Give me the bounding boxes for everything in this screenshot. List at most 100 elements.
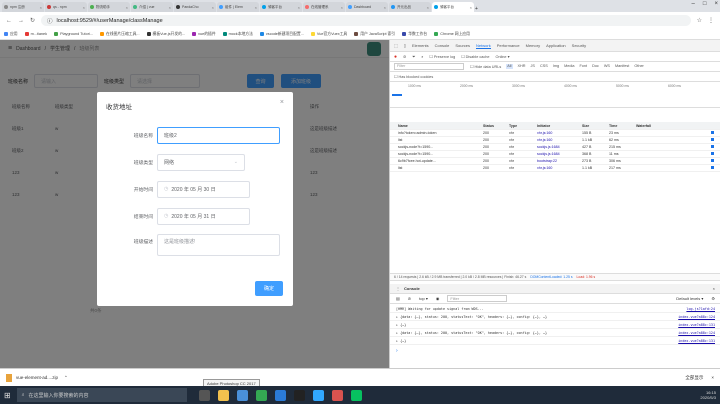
task-view-icon[interactable] [198,389,210,401]
column-header[interactable]: Status [483,124,509,128]
close-window-icon[interactable]: × [714,1,718,7]
bookmark-item[interactable]: Chrome 网上应用 [434,32,470,37]
preserve-log-checkbox[interactable]: ☐ Preserve log [429,54,455,59]
close-drawer-icon[interactable]: × [713,286,715,291]
clock[interactable]: 16:15 2020/5/3 [700,390,716,400]
column-header[interactable]: Initiator [537,124,582,128]
chrome-icon[interactable] [255,389,267,401]
drawer-menu-icon[interactable]: ⋮ [396,286,400,291]
request-row[interactable]: 6c9b7fcee.hot-update... 200 xhr bootstrap:2… [390,158,720,165]
clear-icon[interactable]: ⊘ [403,54,406,59]
bookmark-item[interactable]: vue的插件 [192,32,216,37]
bookmark-item[interactable]: 用户 JavaScript 索引 [354,32,395,37]
browser-tab[interactable]: PandaCho × [174,2,216,12]
maximize-icon[interactable]: □ [703,1,707,7]
inspect-icon[interactable]: ⬚ [394,43,398,48]
minimize-icon[interactable]: – [692,1,695,7]
console-tab[interactable]: Console [404,286,420,291]
devtools-tab-console[interactable]: Console [435,43,450,48]
taskbar-search[interactable]: ⌕ 在这里输入你要搜索的内容 [16,388,187,402]
request-row[interactable]: sockjs-node?t=1590... 200 xhr sockjs.js:168… [390,144,720,151]
column-header[interactable]: Type [509,124,537,128]
filter-type[interactable]: Manifest [615,64,629,69]
source-link[interactable]: log.js?1afd:24 [686,307,715,311]
filter-type[interactable]: Media [564,64,574,69]
column-header[interactable]: Time [609,124,636,128]
devtools-tab-application[interactable]: Application [546,43,566,48]
browser-tab[interactable]: 骑客平台 × [260,2,302,12]
browser-tab[interactable]: npm 注册 × [2,2,44,12]
wechat-icon[interactable] [350,389,362,401]
filter-type[interactable]: JS [531,64,535,69]
devtools-tab-elements[interactable]: Elements [412,43,429,48]
request-row[interactable]: list 200 xhr xhr.js:160 1.1 kB 62 ms [390,137,720,144]
reload-icon[interactable]: ↻ [30,17,35,24]
start-date-picker[interactable]: ◷ 2020 年 05 月 30 日 [157,180,250,198]
store-icon[interactable] [236,389,248,401]
source-link[interactable]: index.vue?a88c:131 [678,323,715,327]
source-link[interactable]: index.vue?a88c:124 [678,331,715,335]
bookmark-item[interactable]: mock本地方法 [222,32,253,37]
browser-tab[interactable]: 组件 | Elem × [217,2,259,12]
back-icon[interactable]: ← [6,18,12,24]
context-select[interactable]: top ▾ [419,296,428,301]
devtools-tab-performance[interactable]: Performance [497,43,520,48]
close-icon[interactable]: × [711,375,714,380]
close-tab-icon[interactable]: × [298,5,300,10]
column-header[interactable]: Waterfall [636,124,720,128]
filter-input[interactable]: Filter [394,63,464,70]
filter-type[interactable]: CSS [540,64,548,69]
devtools-tab-sources[interactable]: Sources [455,43,470,48]
vscode-icon[interactable] [274,389,286,401]
devtools-tab-network[interactable]: Network [476,43,491,49]
filter-type[interactable]: Font [579,64,587,69]
close-tab-icon[interactable]: × [255,5,257,10]
console-prompt-icon[interactable]: › [396,348,398,354]
clear-console-icon[interactable]: ⊘ [408,296,411,301]
browser-tab[interactable]: 骑客平台 × [432,2,474,12]
close-tab-icon[interactable]: × [212,5,214,10]
bookmark-item[interactable]: 应用 [4,32,18,37]
browser-tab[interactable]: 开元出品 × [389,2,431,12]
request-row[interactable]: info?token=admin-token 200 xhr xhr.js:160 15… [390,130,720,137]
record-icon[interactable]: ● [394,54,397,60]
close-tab-icon[interactable]: × [40,5,42,10]
filter-type[interactable]: Other [634,64,644,69]
close-tab-icon[interactable]: × [470,5,472,10]
chevron-up-icon[interactable]: ⌃ [64,375,68,381]
close-tab-icon[interactable]: × [169,5,171,10]
source-link[interactable]: index.vue?a88c:124 [678,315,715,319]
console-filter-input[interactable]: Filter [447,295,508,302]
bookmark-item[interactable]: vscode新建项目配置... [259,32,304,37]
url-input[interactable]: ⓘ localhost:9529/#/userManage/classManag… [41,15,691,26]
eye-icon[interactable]: ◉ [436,296,440,301]
close-tab-icon[interactable]: × [384,5,386,10]
bookmark-item[interactable]: Playground Tutori... [54,32,93,36]
devtools-tab-security[interactable]: Security [572,43,586,48]
levels-select[interactable]: Default levels ▾ [676,296,703,301]
settings-gear-icon[interactable]: ⚙ [711,296,715,301]
bookmark-item[interactable]: 在线图片压缩工具... [100,32,140,37]
filter-type[interactable]: ☐ Hide data URLs [470,64,501,69]
menu-icon[interactable]: ⋮ [708,17,714,24]
name-input[interactable]: 班级2 [157,126,280,144]
column-header[interactable]: Size [582,124,609,128]
bookmark-item[interactable]: 华数工作台 [402,32,427,37]
source-link[interactable]: index.vue?a88c:131 [678,339,715,343]
type-select[interactable]: 网络 ⌄ [157,153,245,171]
search-icon[interactable]: ⌕ [421,55,423,59]
description-textarea[interactable]: 这是班级描述! [157,234,280,256]
windows-start-icon[interactable]: ⊞ [4,391,11,400]
folder-icon[interactable] [217,389,229,401]
close-tab-icon[interactable]: × [83,5,85,10]
submit-button[interactable]: 确定 [255,281,283,296]
filter-type[interactable]: Img [553,64,559,69]
filter-type[interactable]: Doc [592,64,599,69]
request-row[interactable]: sockjs-node?t=1590... 200 xhr sockjs.js:168… [390,151,720,158]
download-item[interactable]: vue-element-ad....zip [16,375,58,380]
filter-icon[interactable]: ⏷ [412,55,415,59]
filter-type[interactable]: WS [604,64,610,69]
bookmark-item[interactable]: Vue官方Vuex工具 [310,32,347,37]
browser-tab[interactable]: 物流助手 × [88,2,130,12]
forward-icon[interactable]: → [18,18,24,24]
